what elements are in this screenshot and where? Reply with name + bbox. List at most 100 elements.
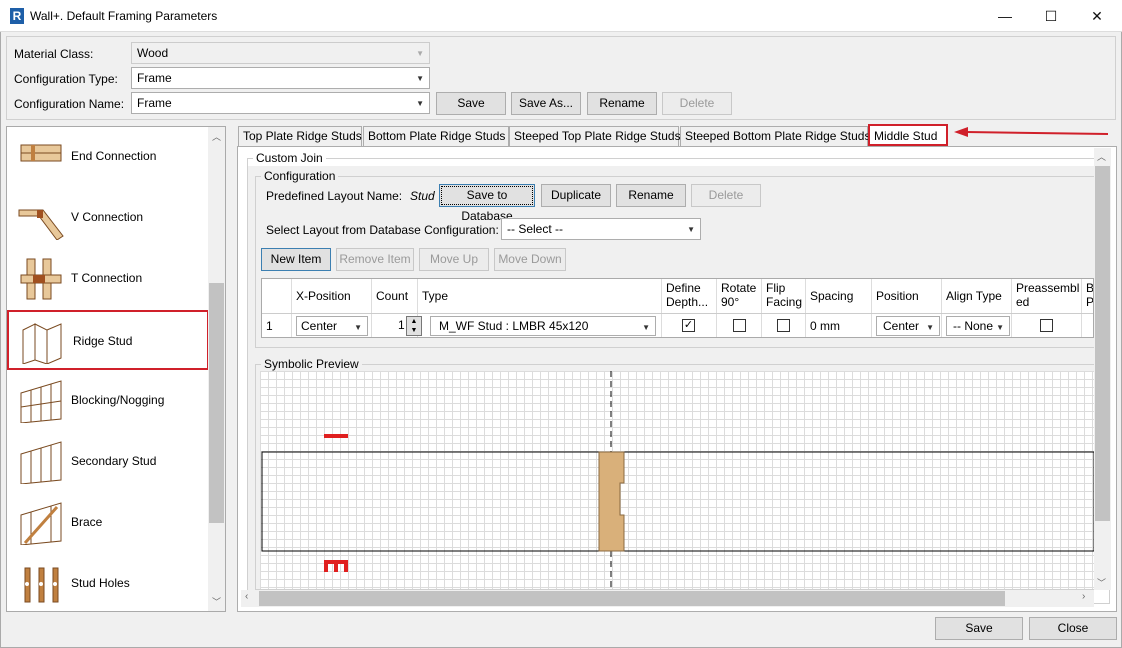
predefined-layout-label: Predefined Layout Name: <box>266 189 403 203</box>
list-item-ridge-stud[interactable]: Ridge Stud <box>7 310 209 370</box>
chevron-down-icon: ▼ <box>416 74 424 83</box>
tab-bottom-plate-ridge-studs[interactable]: Bottom Plate Ridge Studs <box>363 126 509 146</box>
duplicate-button[interactable]: Duplicate <box>541 184 611 207</box>
header-type: Type <box>418 279 662 313</box>
x-position-cell[interactable]: Center ▼ <box>292 314 372 337</box>
close-button[interactable]: Close <box>1029 617 1117 640</box>
align-type-cell[interactable]: -- None ▼ <box>942 314 1012 337</box>
material-class-select[interactable]: Wood ▼ <box>131 42 430 64</box>
chevron-down-icon[interactable]: ﹀ <box>1097 576 1106 589</box>
tab-steeped-bottom-plate-ridge-studs[interactable]: Steeped Bottom Plate Ridge Studs <box>680 126 870 146</box>
annotation-arrow-icon <box>954 127 1109 137</box>
move-down-button[interactable]: Move Down <box>494 248 566 271</box>
save-button[interactable]: Save <box>935 617 1023 640</box>
chevron-down-icon: ▼ <box>416 49 424 58</box>
move-up-button[interactable]: Move Up <box>419 248 489 271</box>
save-as-button[interactable]: Save As... <box>511 92 581 115</box>
scrollbar-thumb[interactable] <box>1095 166 1110 521</box>
custom-join-scrollbar[interactable]: ︿ ﹀ <box>1094 148 1111 590</box>
custom-join-hscrollbar[interactable]: ‹ › <box>241 590 1094 607</box>
remove-item-button[interactable]: Remove Item <box>336 248 414 271</box>
stud-holes-icon <box>17 562 67 606</box>
define-depth-checkbox[interactable]: ✓ <box>662 314 717 337</box>
sidebar-scrollbar[interactable]: ︿ ﹀ <box>208 127 225 611</box>
checkbox-box <box>777 319 790 332</box>
delete-layout-button[interactable]: Delete <box>691 184 761 207</box>
list-item-end-connection[interactable]: End Connection <box>7 127 207 187</box>
ridge-stud-icon <box>19 320 69 365</box>
delete-config-button[interactable]: Delete <box>662 92 732 115</box>
chevron-down-icon[interactable]: ﹀ <box>212 595 221 608</box>
list-item-label: End Connection <box>71 149 157 163</box>
scrollbar-thumb[interactable] <box>259 591 1005 606</box>
symbolic-preview-title: Symbolic Preview <box>261 357 362 371</box>
chevron-left-icon[interactable]: ‹ <box>245 591 248 602</box>
rename-config-button[interactable]: Rename <box>587 92 657 115</box>
bottom-marker-right <box>344 560 348 572</box>
rotate-checkbox[interactable] <box>717 314 762 337</box>
list-item-label: Ridge Stud <box>73 334 133 348</box>
maximize-button[interactable]: ☐ <box>1028 0 1074 32</box>
layout-grid: X-Position Count Type Define Depth... Ro… <box>261 278 1094 338</box>
select-layout-value: -- Select -- <box>507 222 564 236</box>
list-item-stud-holes[interactable]: Stud Holes <box>7 554 207 614</box>
config-name-label: Configuration Name: <box>14 97 125 111</box>
list-item-secondary-stud[interactable]: Secondary Stud <box>7 432 207 492</box>
tab-top-plate-ridge-studs[interactable]: Top Plate Ridge Studs <box>238 126 362 146</box>
wall-outline <box>261 451 1094 552</box>
material-class-value: Wood <box>137 46 169 60</box>
config-name-select[interactable]: Frame ▼ <box>131 92 430 114</box>
minimize-button[interactable]: — <box>982 0 1028 32</box>
table-row[interactable]: 1 Center ▼ 1 ▲ ▼ M_WF Stud : LMBR 45x120 ▼ ✓… <box>262 314 1093 337</box>
type-value: M_WF Stud : LMBR 45x120 <box>439 319 589 333</box>
custom-join-title: Custom Join <box>253 151 326 165</box>
secondary-stud-icon <box>17 440 67 485</box>
rename-layout-button[interactable]: Rename <box>616 184 686 207</box>
new-item-button[interactable]: New Item <box>261 248 331 271</box>
title-bar: R Wall+. Default Framing Parameters — ☐ … <box>0 0 1122 32</box>
header-spacing: Spacing <box>806 279 872 313</box>
select-layout-label: Select Layout from Database Configuratio… <box>266 223 499 237</box>
chevron-down-icon: ▼ <box>996 321 1004 335</box>
header-count: Count <box>372 279 418 313</box>
header-rotate: Rotate 90° <box>717 279 762 313</box>
scrollbar-thumb[interactable] <box>209 283 224 523</box>
checkbox-box: ✓ <box>682 319 695 332</box>
save-config-button[interactable]: Save <box>436 92 506 115</box>
x-position-value: Center <box>301 319 338 333</box>
header-define-depth: Define Depth... <box>662 279 717 313</box>
spacing-value[interactable]: 0 mm <box>806 314 872 337</box>
list-item-v-connection[interactable]: V Connection <box>7 188 207 248</box>
tab-steeped-top-plate-ridge-studs[interactable]: Steeped Top Plate Ridge Studs <box>509 126 681 146</box>
preview-drawing <box>261 371 1094 589</box>
configuration-title: Configuration <box>261 169 339 183</box>
material-class-label: Material Class: <box>14 47 94 61</box>
chevron-up-icon[interactable]: ︿ <box>1097 150 1106 163</box>
preassembled-checkbox[interactable] <box>1012 314 1082 337</box>
chevron-down-icon: ▼ <box>642 323 650 332</box>
chevron-up-icon[interactable]: ︿ <box>212 130 221 143</box>
config-type-select[interactable]: Frame ▼ <box>131 67 430 89</box>
predefined-layout-value: Stud <box>410 189 435 203</box>
list-item-label: Stud Holes <box>71 576 130 590</box>
save-to-database-button[interactable]: Save to Database <box>439 184 535 223</box>
chevron-right-icon[interactable]: › <box>1082 591 1085 602</box>
v-connection-icon <box>17 196 67 241</box>
chevron-down-icon: ▼ <box>926 323 934 332</box>
list-item-brace[interactable]: Brace <box>7 493 207 553</box>
select-layout-dropdown[interactable]: -- Select -- ▼ <box>501 218 701 240</box>
flip-facing-checkbox[interactable] <box>762 314 806 337</box>
header-position: Position <box>872 279 942 313</box>
list-item-blocking-nogging[interactable]: Blocking/Nogging <box>7 371 207 431</box>
list-item-t-connection[interactable]: T Connection <box>7 249 207 309</box>
header-preassembled: Preassembl ed <box>1012 279 1082 313</box>
bottom-marker-left <box>324 560 328 572</box>
brace-icon <box>17 501 67 546</box>
connection-type-list[interactable]: End Connection V Connection T Connection… <box>6 126 226 612</box>
count-stepper[interactable]: 1 ▲ ▼ <box>372 314 422 337</box>
tab-middle-stud[interactable]: Middle Stud <box>868 124 948 146</box>
list-item-label: V Connection <box>71 210 144 224</box>
type-cell[interactable]: M_WF Stud : LMBR 45x120 ▼ <box>418 314 662 337</box>
close-window-button[interactable]: ✕ <box>1074 0 1120 32</box>
position-cell[interactable]: Center ▼ <box>872 314 942 337</box>
